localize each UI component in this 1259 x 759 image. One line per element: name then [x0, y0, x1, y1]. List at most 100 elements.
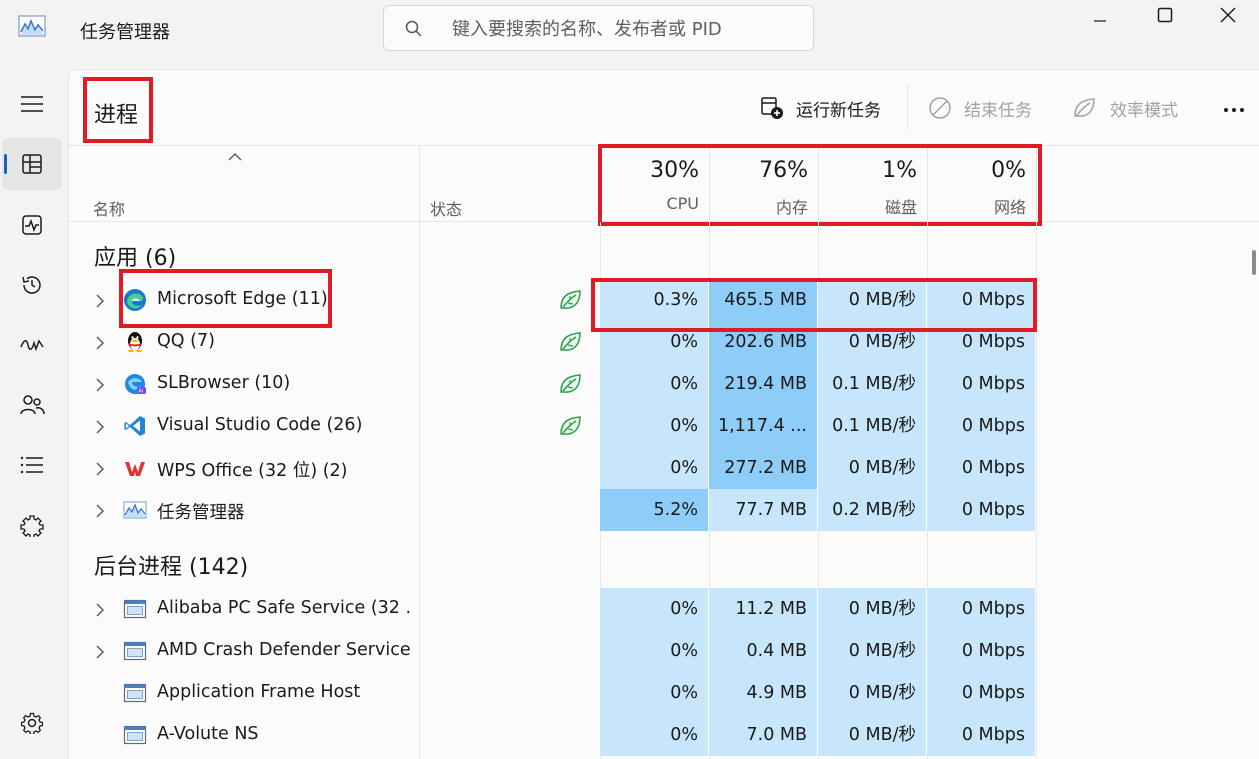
sidebar-item-performance[interactable] [2, 199, 62, 251]
more-dot [1232, 108, 1236, 112]
chevron-right-icon[interactable] [95, 503, 105, 522]
disk-cell: 0 MB/秒 [818, 630, 927, 672]
sidebar-item-users[interactable] [2, 379, 62, 431]
app-title: 任务管理器 [80, 22, 170, 43]
title-bar: 任务管理器 [0, 0, 1259, 60]
memory-cell: 4.9 MB [709, 672, 818, 714]
task-manager-icon [123, 498, 147, 522]
chevron-right-icon[interactable] [95, 377, 105, 396]
disk-cell: 0 MB/秒 [818, 714, 927, 756]
network-cell: 0 Mbps [927, 489, 1036, 531]
service-window-icon [123, 597, 147, 621]
efficiency-leaf-icon [558, 288, 584, 316]
network-cell: 0 Mbps [927, 405, 1036, 447]
startup-icon [20, 339, 44, 352]
cpu-cell: 0% [600, 630, 709, 672]
sort-ascending-icon[interactable] [227, 152, 243, 162]
process-row[interactable]: 任务管理器 5.2% 77.7 MB 0.2 MB/秒 0 Mbps [69, 489, 1036, 531]
search-input[interactable] [452, 14, 792, 44]
sidebar-item-details[interactable] [2, 439, 62, 491]
efficiency-leaf-icon [558, 330, 584, 358]
process-name: Visual Studio Code (26) [157, 415, 363, 435]
service-window-icon [123, 639, 147, 663]
sidebar-item-processes[interactable] [2, 138, 62, 190]
highlight-box-edge-metrics [591, 278, 1037, 332]
chevron-right-icon[interactable] [95, 293, 105, 312]
chevron-right-icon[interactable] [95, 644, 105, 663]
process-name: Alibaba PC Safe Service (32 ... [157, 598, 412, 618]
end-task-label: 结束任务 [964, 100, 1032, 121]
scrollbar-thumb[interactable] [1252, 250, 1256, 275]
process-row[interactable]: Alibaba PC Safe Service (32 ... 0% 11.2 MB… [69, 588, 1036, 630]
efficiency-mode-label: 效率模式 [1110, 100, 1178, 121]
process-row[interactable]: AI SLBrowser (10) 0% 219.4 MB 0.1 MB/秒 0 Mbps [69, 363, 1036, 405]
highlight-box-edge-name [119, 269, 332, 328]
efficiency-mode-button[interactable]: 效率模式 [1072, 92, 1178, 124]
search-box[interactable] [383, 5, 814, 51]
process-row[interactable]: A-Volute NS 0% 7.0 MB 0 MB/秒 0 Mbps [69, 714, 1036, 756]
settings-button[interactable] [2, 697, 62, 749]
memory-cell: 277.2 MB [709, 447, 818, 489]
memory-cell: 7.0 MB [709, 714, 818, 756]
disk-cell: 0.2 MB/秒 [818, 489, 927, 531]
column-name[interactable]: 名称 [93, 196, 125, 220]
disk-cell: 0 MB/秒 [818, 447, 927, 489]
chevron-right-icon[interactable] [95, 419, 105, 438]
chevron-right-icon[interactable] [95, 602, 105, 621]
processes-panel: 进程 运行新任务 结束任务 效率模式 名称 状态 30% CPU 76% 内存 … [68, 69, 1259, 759]
block-icon [929, 97, 951, 119]
more-dot [1224, 108, 1228, 112]
network-cell: 0 Mbps [927, 672, 1036, 714]
highlight-box-title [83, 77, 153, 143]
group-title-apps: 应用 (6) [94, 246, 177, 271]
minimize-button[interactable] [1070, 0, 1130, 30]
memory-cell: 1,117.4 ... [709, 405, 818, 447]
run-new-task-label: 运行新任务 [796, 100, 881, 121]
network-cell: 0 Mbps [927, 630, 1036, 672]
cpu-cell: 5.2% [600, 489, 709, 531]
sidebar-item-services[interactable] [2, 499, 62, 551]
close-button[interactable] [1198, 0, 1258, 30]
nav-menu-button[interactable] [2, 78, 62, 130]
chevron-right-icon[interactable] [95, 461, 105, 480]
vscode-icon [123, 414, 147, 438]
process-row[interactable]: Visual Studio Code (26) 0% 1,117.4 ... 0.1 … [69, 405, 1036, 447]
disk-cell: 0.1 MB/秒 [818, 405, 927, 447]
process-name: 任务管理器 [157, 503, 245, 523]
efficiency-leaf-icon [558, 414, 584, 442]
memory-cell: 0.4 MB [709, 630, 818, 672]
search-icon [405, 20, 422, 37]
sidebar-item-startup[interactable] [2, 319, 62, 371]
more-options-button[interactable] [1214, 98, 1254, 122]
app-history-icon [22, 276, 41, 294]
close-icon [1220, 7, 1236, 23]
network-cell: 0 Mbps [927, 588, 1036, 630]
network-cell: 0 Mbps [927, 363, 1036, 405]
process-row[interactable]: Application Frame Host 0% 4.9 MB 0 MB/秒 0 Mb… [69, 672, 1036, 714]
performance-icon [22, 215, 42, 235]
process-name: AMD Crash Defender Service [157, 640, 411, 660]
process-row[interactable]: WPS Office (32 位) (2) 0% 277.2 MB 0 MB/秒 0 M… [69, 447, 1036, 489]
chevron-right-icon[interactable] [95, 335, 105, 354]
end-task-button[interactable]: 结束任务 [928, 92, 1032, 124]
disk-cell: 0 MB/秒 [818, 588, 927, 630]
task-manager-app-icon [18, 15, 46, 37]
toolbar-divider [907, 84, 908, 130]
process-row[interactable]: AMD Crash Defender Service 0% 0.4 MB 0 MB/秒… [69, 630, 1036, 672]
svg-text:AI: AI [138, 389, 143, 395]
cpu-cell: 0% [600, 405, 709, 447]
users-icon [20, 395, 45, 415]
sidebar-nav [0, 60, 66, 759]
run-new-task-button[interactable]: 运行新任务 [760, 92, 881, 124]
leaf-icon [1074, 98, 1095, 117]
highlight-box-header [598, 144, 1042, 226]
network-cell: 0 Mbps [927, 447, 1036, 489]
qq-icon [123, 330, 147, 354]
cpu-cell: 0% [600, 672, 709, 714]
maximize-button[interactable] [1135, 0, 1195, 30]
sidebar-item-app-history[interactable] [2, 259, 62, 311]
maximize-icon [1157, 7, 1173, 23]
slbrowser-icon: AI [123, 372, 147, 396]
column-status[interactable]: 状态 [430, 196, 462, 220]
service-window-icon [123, 723, 147, 747]
